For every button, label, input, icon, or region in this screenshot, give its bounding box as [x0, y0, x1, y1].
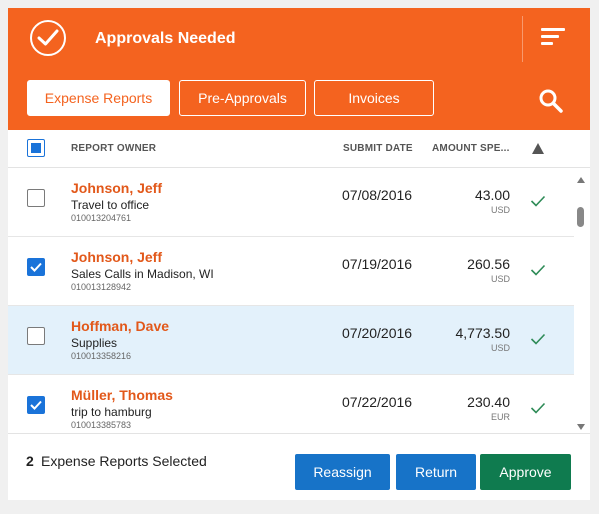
tab-pre-approvals[interactable]: Pre-Approvals	[179, 80, 306, 116]
status-check-icon	[530, 195, 546, 207]
header-bar: Approvals Needed Expense Reports Pre-App…	[8, 8, 590, 130]
report-owner-name[interactable]: Johnson, Jeff	[71, 180, 162, 196]
submit-date: 07/19/2016	[342, 256, 413, 272]
report-purpose: Supplies	[71, 336, 118, 350]
row-checkbox[interactable]	[27, 327, 45, 345]
amount-value: 260.56	[467, 256, 510, 272]
report-id: 010013358216	[71, 351, 132, 361]
column-submit-date[interactable]: SUBMIT DATE	[343, 143, 413, 154]
column-header-row: REPORT OWNER SUBMIT DATE AMOUNT SPE...	[8, 130, 590, 168]
scroll-up-arrow-icon[interactable]	[576, 176, 586, 184]
amount-value: 43.00	[474, 187, 510, 203]
amount-value: 230.40	[467, 394, 510, 410]
header-divider	[522, 16, 523, 62]
status-check-icon	[530, 402, 546, 414]
column-report-owner[interactable]: REPORT OWNER	[71, 143, 156, 154]
report-purpose: Sales Calls in Madison, WI	[71, 267, 214, 281]
page-title: Approvals Needed	[95, 30, 236, 47]
status-check-icon	[530, 264, 546, 276]
table-row[interactable]: Hoffman, Dave Supplies 010013358216 07/2…	[8, 306, 574, 375]
amount-currency: USD	[490, 274, 510, 284]
row-checkbox[interactable]	[27, 189, 45, 207]
status-check-icon	[530, 333, 546, 345]
scroll-down-arrow-icon[interactable]	[576, 423, 586, 431]
amount-value: 4,773.50	[455, 325, 511, 341]
submit-date: 07/22/2016	[342, 394, 413, 410]
report-id: 010013385783	[71, 420, 132, 430]
report-id: 010013128942	[71, 282, 132, 292]
report-purpose: Travel to office	[71, 198, 150, 212]
tab-invoices[interactable]: Invoices	[314, 80, 434, 116]
submit-date: 07/08/2016	[342, 187, 413, 203]
report-id: 010013204761	[71, 213, 132, 223]
search-icon[interactable]	[538, 88, 564, 114]
report-owner-name[interactable]: Hoffman, Dave	[71, 318, 169, 334]
table-row[interactable]: Johnson, Jeff Travel to office 010013204…	[8, 168, 574, 237]
sort-menu-icon[interactable]	[541, 28, 569, 48]
approvals-panel: Approvals Needed Expense Reports Pre-App…	[8, 8, 590, 500]
report-purpose: trip to hamburg	[71, 405, 152, 419]
selection-footer: 2 Expense Reports Selected Reassign Retu…	[8, 433, 590, 500]
column-amount-spent[interactable]: AMOUNT SPE...	[432, 143, 510, 154]
report-owner-name[interactable]: Müller, Thomas	[71, 387, 173, 403]
submit-date: 07/20/2016	[342, 325, 413, 341]
expense-report-list: Johnson, Jeff Travel to office 010013204…	[8, 168, 574, 432]
select-all-checkbox[interactable]	[27, 139, 45, 157]
reassign-button[interactable]: Reassign	[295, 454, 390, 490]
row-checkbox[interactable]	[27, 396, 45, 414]
warning-triangle-icon[interactable]	[532, 143, 544, 154]
amount-currency: USD	[490, 343, 510, 353]
report-owner-name[interactable]: Johnson, Jeff	[71, 249, 162, 265]
approve-button[interactable]: Approve	[480, 454, 571, 490]
table-row[interactable]: Johnson, Jeff Sales Calls in Madison, WI…	[8, 237, 574, 306]
table-row[interactable]: Müller, Thomas trip to hamburg 010013385…	[8, 375, 574, 432]
scrollbar-thumb[interactable]	[577, 207, 584, 227]
tab-expense-reports[interactable]: Expense Reports	[27, 80, 170, 116]
amount-currency: USD	[490, 205, 510, 215]
row-checkbox[interactable]	[27, 258, 45, 276]
selected-label: Expense Reports Selected	[41, 453, 207, 469]
amount-currency: EUR	[490, 412, 510, 422]
approved-check-icon	[30, 20, 66, 56]
return-button[interactable]: Return	[396, 454, 476, 490]
selected-count: 2	[26, 453, 34, 469]
